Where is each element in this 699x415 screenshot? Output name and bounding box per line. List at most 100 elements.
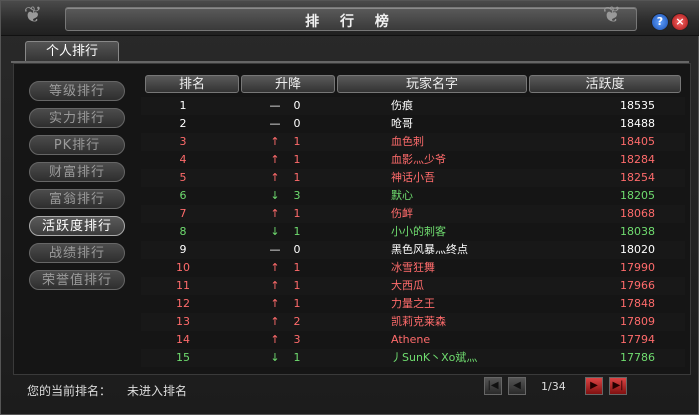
sidebar-item-level[interactable]: 等级排行 <box>29 81 125 101</box>
change-arrow-icon: ↑ <box>270 261 280 274</box>
activity-cell: 18284 <box>620 153 655 166</box>
sidebar-item-wealth[interactable]: 财富排行 <box>29 162 125 182</box>
first-page-icon[interactable]: |◀ <box>484 377 502 395</box>
activity-cell: 17809 <box>620 315 655 328</box>
table-row[interactable]: 14 ↑ 3 Athene 17794 <box>141 331 685 349</box>
ranking-window: ❦ 排 行 榜 ❦ ? × 个人排行 等级排行 实力排行 PK排行 财富排行 富… <box>0 0 699 415</box>
wing-ornament-icon: ❦ <box>602 3 622 28</box>
change-arrow-icon: ↑ <box>270 315 280 328</box>
activity-cell: 18020 <box>620 243 655 256</box>
rank-cell: 1 <box>179 99 187 112</box>
sidebar-item-rich[interactable]: 富翁排行 <box>29 189 125 209</box>
activity-cell: 17966 <box>620 279 655 292</box>
rank-cell: 14 <box>176 333 190 346</box>
rank-cell: 9 <box>179 243 187 256</box>
activity-cell: 18205 <box>620 189 655 202</box>
change-cell: 1 <box>293 225 301 238</box>
close-icon[interactable]: × <box>671 13 689 31</box>
change-arrow-icon: ↑ <box>270 279 280 292</box>
help-icon[interactable]: ? <box>651 13 669 31</box>
change-arrow-icon: ↑ <box>270 135 280 148</box>
table-row[interactable]: 6 ↓ 3 默心 18205 <box>141 187 685 205</box>
table-row[interactable]: 12 ↑ 1 力量之王 17848 <box>141 295 685 313</box>
sidebar-item-battle[interactable]: 战绩排行 <box>29 243 125 263</box>
rank-cell: 13 <box>176 315 190 328</box>
header-rank: 排名 <box>145 75 239 93</box>
header-change: 升降 <box>241 75 335 93</box>
rank-cell: 7 <box>179 207 187 220</box>
table-row[interactable]: 2—0 呛哥 18488 <box>141 115 685 133</box>
table-row[interactable]: 8 ↓ 1 小小的刺客 18038 <box>141 223 685 241</box>
sidebar-item-pk[interactable]: PK排行 <box>29 135 125 155</box>
activity-cell: 18405 <box>620 135 655 148</box>
ranking-table: 排名 升降 玩家名字 活跃度 1—0 伤痕 18535 2—0 呛哥 18488 3 ↑ 1 血色… <box>141 73 685 371</box>
rank-cell: 5 <box>179 171 187 184</box>
rank-cell: 4 <box>179 153 187 166</box>
current-rank-value: 未进入排名 <box>127 384 188 398</box>
activity-cell: 17848 <box>620 297 655 310</box>
change-arrow-icon: ↓ <box>270 225 280 238</box>
change-cell: 1 <box>293 153 301 166</box>
table-row[interactable]: 4 ↑ 1 血影灬少爷 18284 <box>141 151 685 169</box>
change-cell: 3 <box>293 333 301 346</box>
title-bar: ❦ 排 行 榜 ❦ ? × <box>1 1 699 36</box>
change-arrow-icon: — <box>269 243 281 256</box>
tab-personal-ranking[interactable]: 个人排行 <box>25 41 119 62</box>
header-player-name: 玩家名字 <box>337 75 527 93</box>
title-plate: 排 行 榜 <box>65 7 637 31</box>
change-cell: 2 <box>293 315 301 328</box>
change-arrow-icon: ↑ <box>270 171 280 184</box>
rank-cell: 2 <box>179 117 187 130</box>
change-arrow-icon: ↑ <box>270 297 280 310</box>
change-arrow-icon: ↑ <box>270 207 280 220</box>
change-cell: 0 <box>293 117 301 130</box>
activity-cell: 18038 <box>620 225 655 238</box>
change-arrow-icon: ↑ <box>270 153 280 166</box>
rank-cell: 11 <box>176 279 190 292</box>
sidebar-item-activity[interactable]: 活跃度排行 <box>29 216 125 236</box>
header-activity: 活跃度 <box>529 75 681 93</box>
table-row[interactable]: 7 ↑ 1 伤衅 18068 <box>141 205 685 223</box>
window-title: 排 行 榜 <box>305 14 397 30</box>
rank-cell: 12 <box>176 297 190 310</box>
ranking-category-sidebar: 等级排行 实力排行 PK排行 财富排行 富翁排行 活跃度排行 战绩排行 荣誉值排… <box>19 73 137 371</box>
change-cell: 1 <box>293 351 301 364</box>
wing-ornament-icon: ❦ <box>23 3 43 28</box>
table-row[interactable]: 10 ↑ 1 冰雪狂舞 17990 <box>141 259 685 277</box>
rank-cell: 3 <box>179 135 187 148</box>
last-page-icon[interactable]: ▶| <box>609 377 627 395</box>
table-row[interactable]: 3 ↑ 1 血色刺 18405 <box>141 133 685 151</box>
change-cell: 1 <box>293 135 301 148</box>
change-cell: 1 <box>293 279 301 292</box>
table-row[interactable]: 9—0 黑色风暴灬终点 18020 <box>141 241 685 259</box>
activity-cell: 17794 <box>620 333 655 346</box>
sidebar-item-strength[interactable]: 实力排行 <box>29 108 125 128</box>
change-arrow-icon: — <box>269 117 281 130</box>
change-cell: 1 <box>293 297 301 310</box>
activity-cell: 18535 <box>620 99 655 112</box>
rank-cell: 15 <box>176 351 190 364</box>
activity-cell: 17786 <box>620 351 655 364</box>
table-row[interactable]: 1—0 伤痕 18535 <box>141 97 685 115</box>
change-arrow-icon: — <box>269 99 281 112</box>
change-cell: 1 <box>293 261 301 274</box>
change-cell: 3 <box>293 189 301 202</box>
table-row[interactable]: 15 ↓ 1 丿SunK丶Xo斌灬 17786 <box>141 349 685 367</box>
activity-cell: 18254 <box>620 171 655 184</box>
rank-cell: 6 <box>179 189 187 202</box>
change-cell: 0 <box>293 99 301 112</box>
rank-cell: 10 <box>176 261 190 274</box>
table-row[interactable]: 5 ↑ 1 神话小吾 18254 <box>141 169 685 187</box>
change-cell: 1 <box>293 207 301 220</box>
prev-page-icon[interactable]: ◀ <box>508 377 526 395</box>
rank-cell: 8 <box>179 225 187 238</box>
activity-cell: 18488 <box>620 117 655 130</box>
table-row[interactable]: 13 ↑ 2 凯莉克莱森 17809 <box>141 313 685 331</box>
change-cell: 1 <box>293 171 301 184</box>
sidebar-item-honor[interactable]: 荣誉值排行 <box>29 270 125 290</box>
current-rank-label: 您的当前排名： <box>27 384 112 398</box>
table-row[interactable]: 11 ↑ 1 大西瓜 17966 <box>141 277 685 295</box>
next-page-icon[interactable]: ▶ <box>585 377 603 395</box>
change-arrow-icon: ↑ <box>270 333 280 346</box>
activity-cell: 17990 <box>620 261 655 274</box>
